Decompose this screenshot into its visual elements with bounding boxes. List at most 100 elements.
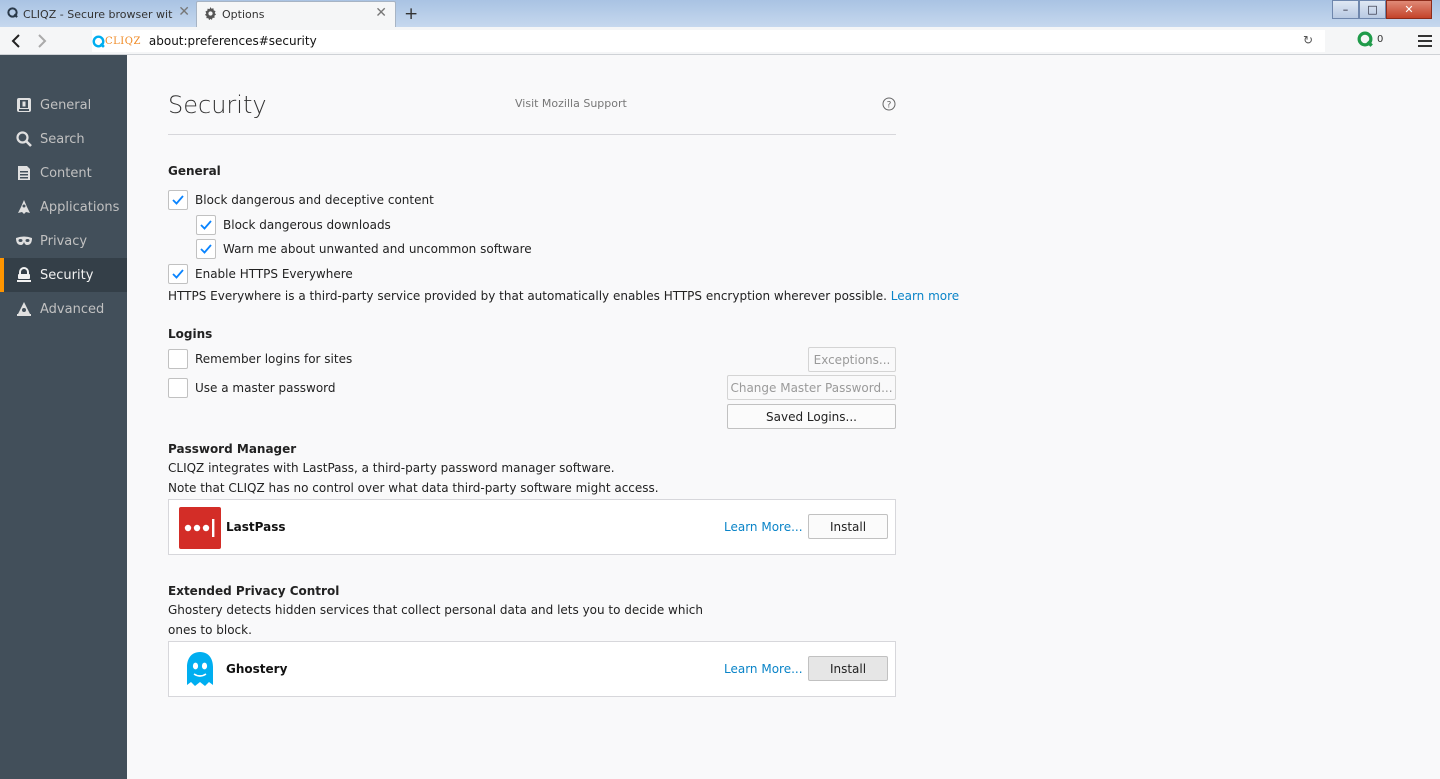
menu-button[interactable] [1414,30,1436,52]
remember-logins-label: Remember logins for sites [195,352,353,366]
sidebar-item-label: Content [40,165,92,181]
sidebar-item-label: Privacy [40,233,88,249]
general-section-title: General [168,164,221,178]
general-icon [15,96,33,114]
sidebar-item-label: Applications [40,199,120,215]
sidebar-item-label: Advanced [40,301,105,317]
privacy-control-desc-1: Ghostery detects hidden services that co… [168,603,703,617]
password-manager-desc-2: Note that CLIQZ has no control over what… [168,481,659,495]
ghostery-learn-more-link[interactable]: Learn More... [724,662,803,676]
ghostery-name: Ghostery [226,662,288,676]
master-password-option[interactable]: Use a master password [168,378,336,398]
tab-options[interactable]: Options ✕ [196,1,396,27]
cliqz-logo-icon [92,35,105,48]
privacy-control-desc-2: ones to block. [168,623,252,637]
url-bar[interactable]: CLIQZ about:preferences#security ↻ [92,30,1325,52]
master-password-checkbox[interactable] [168,378,188,398]
minimize-button[interactable]: – [1332,0,1359,19]
https-everywhere-checkbox[interactable] [168,264,188,284]
search-icon [15,130,33,148]
lastpass-logo-icon [179,507,221,549]
password-manager-title: Password Manager [168,442,297,456]
checkmark-icon [172,195,184,205]
https-everywhere-label: Enable HTTPS Everywhere [195,267,353,281]
cliqz-tracking-button[interactable]: 0 [1357,31,1383,47]
sidebar-item-applications[interactable]: Applications [0,190,127,224]
https-everywhere-option[interactable]: Enable HTTPS Everywhere [168,264,353,284]
tab-strip: CLIQZ - Secure browser with b... ✕ Optio… [0,0,1440,27]
block-downloads-checkbox[interactable] [196,215,216,235]
back-button[interactable] [5,30,27,52]
navigation-toolbar: CLIQZ about:preferences#security ↻ 0 [0,27,1440,55]
back-arrow-icon [11,33,20,48]
window-controls: – □ ✕ [1332,0,1432,19]
security-pane: Security Visit Mozilla Support ? General… [168,55,959,697]
privacy-mask-icon [15,232,33,250]
lastpass-install-button[interactable]: Install [808,514,888,539]
https-description-text: HTTPS Everywhere is a third-party servic… [168,289,887,303]
saved-logins-button[interactable]: Saved Logins... [727,404,896,429]
block-content-option[interactable]: Block dangerous and deceptive content [168,190,434,210]
checkmark-icon [200,244,212,254]
sidebar-item-label: Search [40,131,85,147]
gear-icon [204,6,217,23]
exceptions-button[interactable]: Exceptions... [808,347,896,372]
reload-icon[interactable]: ↻ [1303,33,1313,47]
checkmark-icon [172,269,184,279]
close-window-button[interactable]: ✕ [1386,0,1432,19]
password-manager-desc-1: CLIQZ integrates with LastPass, a third-… [168,461,615,475]
sidebar-item-search[interactable]: Search [0,122,127,156]
new-tab-button[interactable]: + [404,4,418,24]
forward-arrow-icon [38,33,47,48]
mozilla-support-link[interactable]: Visit Mozilla Support [515,97,627,110]
logins-section-title: Logins [168,327,213,341]
sidebar-item-general[interactable]: General [0,88,127,122]
https-description: HTTPS Everywhere is a third-party servic… [168,289,959,303]
sidebar-item-label: Security [40,267,94,283]
sidebar-item-content[interactable]: Content [0,156,127,190]
checkmark-icon [200,220,212,230]
warn-software-label: Warn me about unwanted and uncommon soft… [223,242,532,256]
lastpass-name: LastPass [226,520,286,534]
content-icon [15,164,33,182]
master-password-label: Use a master password [195,381,336,395]
applications-icon [15,198,33,216]
warn-software-checkbox[interactable] [196,239,216,259]
block-content-checkbox[interactable] [168,190,188,210]
hamburger-menu-icon [1418,35,1432,47]
cliqz-brand-text: CLIQZ [105,35,141,47]
sidebar-item-label: General [40,97,92,113]
ghostery-addon-card: Ghostery Learn More... Install [168,641,896,697]
help-icon[interactable]: ? [882,97,896,114]
page-header: Security Visit Mozilla Support ? [168,55,896,135]
ghostery-install-button[interactable]: Install [808,656,888,681]
lastpass-addon-card: LastPass Learn More... Install [168,499,896,555]
block-content-label: Block dangerous and deceptive content [195,193,434,207]
maximize-button[interactable]: □ [1359,0,1386,19]
block-downloads-label: Block dangerous downloads [223,218,391,232]
sidebar-item-privacy[interactable]: Privacy [0,224,127,258]
warn-software-option[interactable]: Warn me about unwanted and uncommon soft… [196,239,532,259]
lastpass-learn-more-link[interactable]: Learn More... [724,520,803,534]
tab-close-icon[interactable]: ✕ [178,4,190,20]
tab-title: CLIQZ - Secure browser with b... [23,7,173,21]
block-downloads-option[interactable]: Block dangerous downloads [196,215,391,235]
cliqz-brand: CLIQZ [92,35,141,48]
page-title: Security [168,91,267,119]
forward-button[interactable] [31,30,53,52]
svg-text:?: ? [887,101,892,111]
lock-icon [15,266,33,284]
https-learn-more-link[interactable]: Learn more [891,289,959,303]
tab-cliqz[interactable]: CLIQZ - Secure browser with b... ✕ [0,1,196,27]
sidebar-item-security[interactable]: Security [0,258,127,292]
remember-logins-option[interactable]: Remember logins for sites [168,349,352,369]
preferences-main: Security Visit Mozilla Support ? General… [127,55,1440,779]
advanced-icon [15,300,33,318]
preferences-sidebar: General Search Content Applications Priv… [0,55,127,779]
remember-logins-checkbox[interactable] [168,349,188,369]
tab-close-icon[interactable]: ✕ [375,5,387,21]
change-master-password-button[interactable]: Change Master Password... [727,375,896,400]
sidebar-item-advanced[interactable]: Advanced [0,292,127,326]
ghostery-logo-icon [179,649,221,691]
url-text[interactable]: about:preferences#security [149,34,317,48]
